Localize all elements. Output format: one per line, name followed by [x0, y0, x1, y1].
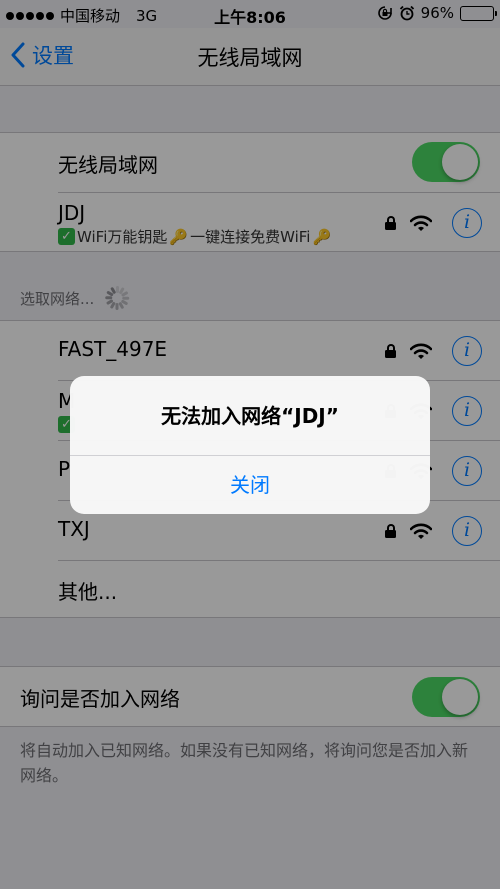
alert-title: 无法加入网络“JDJ”: [161, 404, 339, 428]
close-button[interactable]: 关闭: [70, 456, 430, 514]
alert-dialog: 无法加入网络“JDJ” 关闭: [70, 376, 430, 514]
